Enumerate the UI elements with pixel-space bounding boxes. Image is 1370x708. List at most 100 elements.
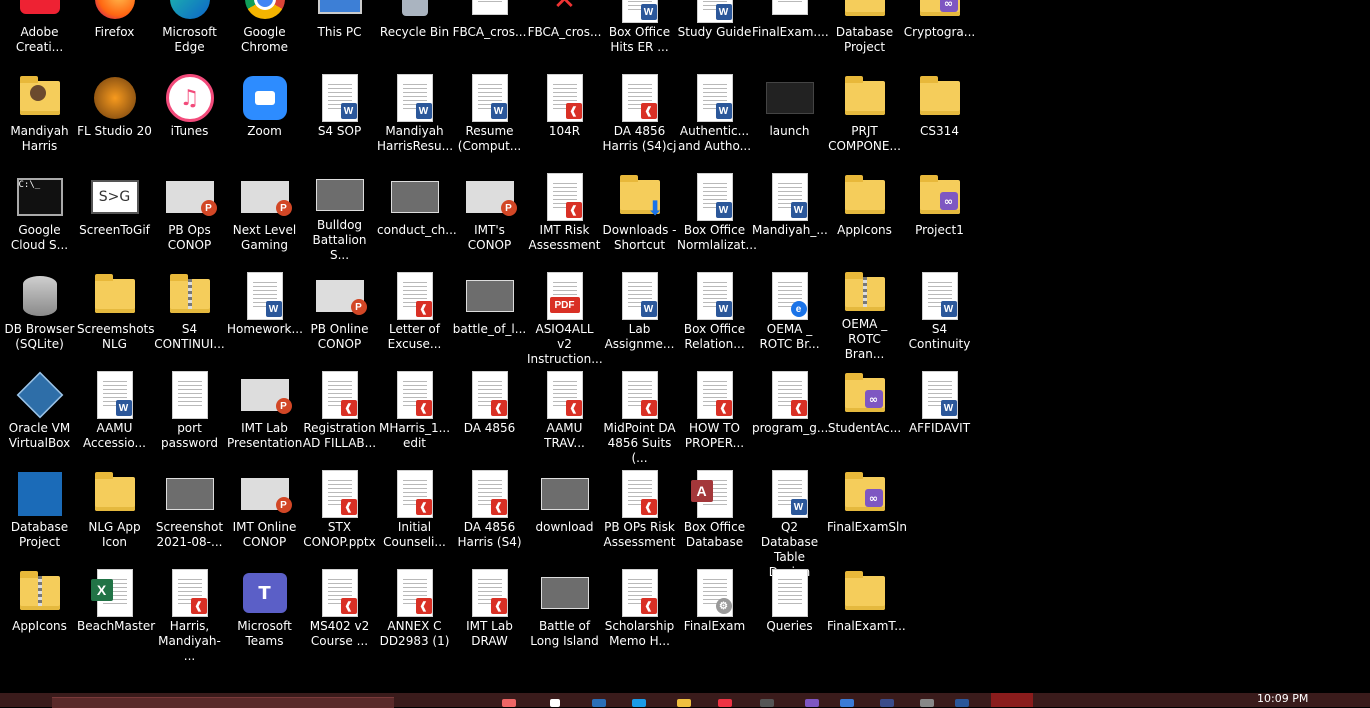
- desktop-icon[interactable]: Recycle Bin: [377, 0, 452, 65]
- desktop-icon[interactable]: AppIcons: [2, 569, 77, 659]
- desktop-icon[interactable]: ❰ MS402 v2 Course ...: [302, 569, 377, 659]
- taskbar-app-icon[interactable]: [955, 699, 969, 707]
- taskbar-app-icon[interactable]: [920, 699, 934, 707]
- desktop-icon[interactable]: Mandiyah Harris: [2, 74, 77, 164]
- desktop-icon[interactable]: W Study Guide: [677, 0, 752, 65]
- desktop-icon[interactable]: P PB Online CONOP: [302, 272, 377, 362]
- desktop-icon[interactable]: A Box Office Database: [677, 470, 752, 560]
- taskbar-app-icon[interactable]: [550, 699, 560, 707]
- desktop-icon[interactable]: launch: [752, 74, 827, 164]
- desktop-icon[interactable]: S4 CONTINUI...: [152, 272, 227, 362]
- taskbar-app-icon[interactable]: [840, 699, 854, 707]
- desktop-icon[interactable]: Battle of Long Island: [527, 569, 602, 659]
- desktop-icon[interactable]: Screenshot 2021-08-...: [152, 470, 227, 560]
- desktop-icon[interactable]: ✕ FBCA_cros...: [527, 0, 602, 65]
- desktop-icon[interactable]: Queries: [752, 569, 827, 659]
- desktop-icon[interactable]: ❰ Registration AD FILLAB...: [302, 371, 377, 461]
- desktop-icon[interactable]: ∞ Project1: [902, 173, 977, 263]
- desktop-icon[interactable]: ❰ MidPoint DA 4856 Suits (...: [602, 371, 677, 465]
- desktop-icon[interactable]: Screemshots NLG: [77, 272, 155, 362]
- taskbar-app-icon[interactable]: [592, 699, 606, 707]
- desktop-icon[interactable]: FinalExam....: [752, 0, 829, 65]
- desktop-icon[interactable]: W Box Office Hits ER ...: [602, 0, 677, 65]
- desktop-icon[interactable]: P IMT Online CONOP: [227, 470, 302, 560]
- taskbar-app-icon[interactable]: [502, 699, 516, 707]
- desktop-icon[interactable]: ❰ IMT Lab DRAW: [452, 569, 527, 659]
- desktop-icon[interactable]: ❰ DA 4856: [452, 371, 527, 461]
- taskbar-app-icon[interactable]: [718, 699, 732, 707]
- desktop-icon[interactable]: Database Project: [2, 470, 77, 560]
- desktop-icon[interactable]: ∞ Cryptogra...: [902, 0, 977, 65]
- desktop-icon[interactable]: DB Browser (SQLite): [2, 272, 77, 362]
- desktop-icon[interactable]: battle_of_l...: [452, 272, 527, 362]
- desktop-icon[interactable]: download: [527, 470, 602, 560]
- desktop-icon[interactable]: ❰ 104R: [527, 74, 602, 164]
- desktop-icon[interactable]: AppIcons: [827, 173, 902, 263]
- desktop-icon[interactable]: Oracle VM VirtualBox: [2, 371, 77, 461]
- desktop-icon[interactable]: W Homework...: [227, 272, 303, 362]
- desktop-icon[interactable]: C:\_ Google Cloud S...: [2, 173, 77, 263]
- desktop-icon[interactable]: W Mandiyah HarrisResu...: [377, 74, 453, 164]
- desktop-icon[interactable]: ❰ STX CONOP.pptx: [302, 470, 377, 560]
- desktop-icon[interactable]: W S4 SOP: [302, 74, 377, 164]
- taskbar-clock[interactable]: 10:09 PM: [1257, 692, 1308, 705]
- taskbar-app-icon[interactable]: [677, 699, 691, 707]
- desktop-icon[interactable]: Google Chrome: [227, 0, 302, 65]
- desktop-icon[interactable]: FBCA_cros...: [452, 0, 527, 65]
- desktop-icon[interactable]: ❰ program_g...: [752, 371, 828, 461]
- desktop-icon[interactable]: ⚙ FinalExam: [677, 569, 752, 659]
- desktop-icon[interactable]: P Next Level Gaming: [227, 173, 302, 263]
- taskbar-app-icon[interactable]: [632, 699, 646, 707]
- desktop-icon[interactable]: P IMT Lab Presentation: [227, 371, 302, 461]
- desktop-icon[interactable]: ❰ Initial Counseli...: [377, 470, 452, 560]
- desktop-icon[interactable]: ❰ ANNEX C DD2983 (1): [377, 569, 452, 659]
- desktop-icon[interactable]: Database Project: [827, 0, 902, 65]
- desktop-icon[interactable]: ❰ PB OPs Risk Assessment: [602, 470, 677, 560]
- desktop-icon[interactable]: ❰ AAMU TRAV...: [527, 371, 602, 461]
- desktop-icon[interactable]: ❰ Scholarship Memo H...: [602, 569, 677, 659]
- desktop-icon[interactable]: ∞ FinalExamSln: [827, 470, 907, 560]
- desktop-icon[interactable]: Microsoft Edge: [152, 0, 227, 65]
- desktop-icon[interactable]: W Lab Assignme...: [602, 272, 677, 362]
- desktop-icon[interactable]: Zoom: [227, 74, 302, 164]
- desktop-icon[interactable]: port password: [152, 371, 227, 461]
- desktop-icon[interactable]: Firefox: [77, 0, 152, 65]
- desktop-icon[interactable]: W Resume (Comput...: [452, 74, 527, 164]
- taskbar-search-box[interactable]: [52, 697, 394, 708]
- taskbar-app-icon[interactable]: [760, 699, 774, 707]
- desktop-icon[interactable]: PRJT COMPONE...: [827, 74, 902, 164]
- desktop-icon[interactable]: Adobe Creati...: [2, 0, 77, 65]
- desktop-icon[interactable]: ∞ StudentAc...: [827, 371, 902, 461]
- desktop-icon[interactable]: X BeachMaster: [77, 569, 155, 659]
- desktop-icon[interactable]: W S4 Continuity: [902, 272, 977, 362]
- desktop-icon[interactable]: OEMA _ ROTC Bran...: [827, 271, 902, 362]
- desktop-icon[interactable]: P PB Ops CONOP: [152, 173, 227, 263]
- desktop-icon[interactable]: W Mandiyah_...: [752, 173, 828, 263]
- desktop-icon[interactable]: T Microsoft Teams: [227, 569, 302, 659]
- desktop-icon[interactable]: WQ2 Database Table Design: [752, 470, 827, 579]
- desktop-icon[interactable]: PDF ASIO4ALL v2 Instruction...: [527, 272, 603, 366]
- desktop-icon[interactable]: W AFFIDAVIT: [902, 371, 977, 461]
- desktop-icon[interactable]: ❰ Letter of Excuse...: [377, 272, 452, 362]
- desktop-icon[interactable]: CS314: [902, 74, 977, 164]
- desktop-icon[interactable]: ❰ DA 4856 Harris (S4): [452, 470, 527, 560]
- desktop-icon[interactable]: ❰ IMT Risk Assessment: [527, 173, 602, 263]
- desktop-icon[interactable]: Bulldog Battalion S...: [302, 173, 377, 263]
- desktop-icon[interactable]: This PC: [302, 0, 377, 65]
- taskbar-app-icon[interactable]: [880, 699, 894, 707]
- desktop-icon[interactable]: ❰ DA 4856 Harris (S4)cj: [602, 74, 677, 164]
- taskbar-active-app[interactable]: [991, 693, 1033, 707]
- desktop-icon[interactable]: NLG App Icon: [77, 470, 152, 560]
- desktop-icon[interactable]: FinalExamT...: [827, 569, 906, 659]
- desktop-icon[interactable]: S>G ScreenToGif: [77, 173, 152, 263]
- desktop-icon[interactable]: ❰ MHarris_1... edit: [377, 371, 452, 461]
- desktop-icon[interactable]: W Box Office Relation...: [677, 272, 752, 362]
- desktop-icon[interactable]: W Authentic... and Autho...: [677, 74, 752, 164]
- desktop-icon[interactable]: ⬇ Downloads - Shortcut: [602, 173, 677, 263]
- desktop-icon[interactable]: W AAMU Accessio...: [77, 371, 152, 461]
- desktop-icon[interactable]: P IMT's CONOP: [452, 173, 527, 263]
- desktop-icon[interactable]: ❰ HOW TO PROPER...: [677, 371, 752, 461]
- desktop-icon[interactable]: W Box Office Normlalizat...: [677, 173, 757, 263]
- desktop-icon[interactable]: ❰ Harris, Mandiyah- ...: [152, 569, 227, 663]
- desktop-icon[interactable]: ♫ iTunes: [152, 74, 227, 164]
